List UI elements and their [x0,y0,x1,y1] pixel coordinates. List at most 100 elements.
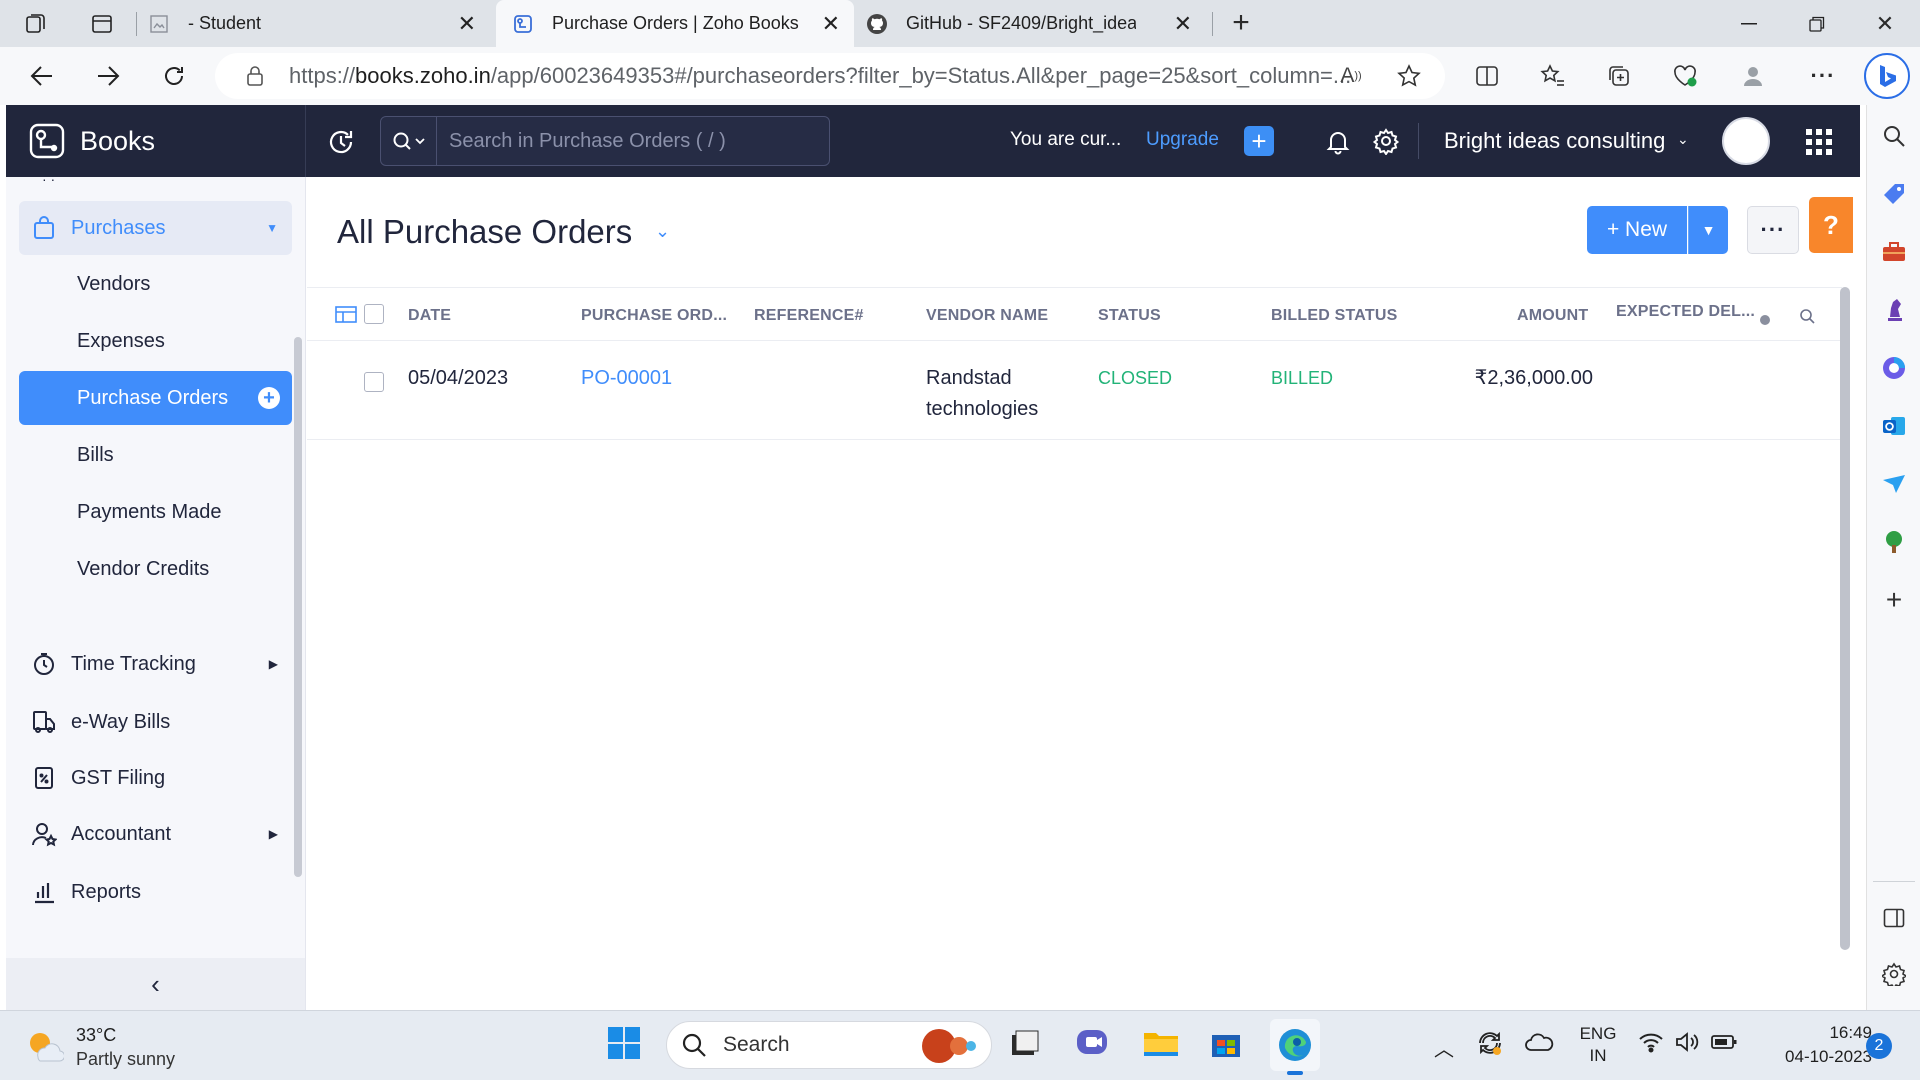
forward-arrow-icon[interactable] [92,61,124,91]
outlook-icon[interactable] [1879,411,1909,441]
brand[interactable]: Books [6,105,306,177]
microsoft-store-icon[interactable] [1208,1025,1248,1065]
organization-switcher[interactable]: Bright ideas consulting [1444,128,1665,154]
games-chess-icon[interactable] [1879,295,1909,325]
microsoft-365-icon[interactable] [1879,353,1909,383]
sidebar-item-vendor-credits[interactable]: Vendor Credits [19,542,292,596]
tab-student[interactable]: - Student ✕ [148,0,490,47]
view-dropdown-chevron-icon[interactable]: ⌄ [655,221,670,242]
tab-github[interactable]: GitHub - SF2409/Bright_ideas_co ✕ [866,0,1206,47]
back-arrow-icon[interactable] [26,61,58,91]
tab-close-icon[interactable]: ✕ [458,11,476,37]
refresh-icon[interactable] [158,61,190,91]
sidebar-settings-gear-icon[interactable] [1879,959,1909,989]
profile-icon[interactable] [1738,61,1768,91]
sidebar-item-time-tracking[interactable]: Time Tracking ▶ [19,637,292,691]
sidebar-item-payments-made[interactable]: Payments Made [19,485,292,539]
sidebar-item-e-way-bills[interactable]: e-Way Bills [19,695,292,749]
sidebar-item-bills[interactable]: Bills [19,428,292,482]
shopping-tag-icon[interactable] [1879,179,1909,209]
sidebar-item-gst-filing[interactable]: GST Filing [19,751,292,805]
search-input[interactable] [437,118,829,164]
sidebar-item-expenses[interactable]: Expenses [19,314,292,368]
caret-down-icon[interactable]: ▼ [266,221,278,235]
tab-purchase-orders[interactable]: Purchase Orders | Zoho Books ✕ [496,0,854,47]
column-header-status[interactable]: STATUS [1098,307,1161,325]
browser-essentials-icon[interactable] [1670,61,1700,91]
minimize-icon[interactable] [1734,10,1764,38]
column-header-vendor-name[interactable]: VENDOR NAME [926,307,1048,325]
caret-right-icon[interactable]: ▶ [269,827,278,841]
sync-icon[interactable] [1476,1029,1506,1059]
language-indicator[interactable]: ENG IN [1578,1023,1618,1067]
url-field[interactable]: https://books.zoho.in/app/60023649353#/p… [215,53,1445,99]
apps-grid-icon[interactable] [1806,129,1832,155]
search-box[interactable] [380,116,830,166]
chevron-down-icon[interactable]: ⌄ [1677,131,1689,148]
column-header-date[interactable]: DATE [408,307,451,325]
favorites-icon[interactable] [1538,61,1568,91]
send-drop-icon[interactable] [1879,469,1909,499]
column-resize-handle[interactable] [1760,315,1770,325]
user-avatar[interactable] [1722,117,1770,165]
column-header-reference[interactable]: REFERENCE# [754,307,864,325]
sidebar-item-accountant[interactable]: Accountant ▶ [19,807,292,861]
sidebar-item-vendors[interactable]: Vendors [19,257,292,311]
add-circle-icon[interactable]: + [258,387,280,409]
chevron-up-icon[interactable]: ︿ [1434,1033,1454,1062]
collections-icon[interactable] [1604,61,1634,91]
recent-history-icon[interactable] [324,125,358,159]
taskbar-search-box[interactable]: Search [666,1021,992,1069]
cell-po-number-link[interactable]: PO-00001 [581,363,672,394]
settings-gear-icon[interactable] [1372,127,1400,156]
caret-right-icon[interactable]: ▶ [269,657,278,671]
file-explorer-icon[interactable] [1142,1025,1182,1065]
row-checkbox[interactable] [364,372,384,392]
new-dropdown-caret-icon[interactable]: ▼ [1688,206,1728,254]
workspaces-icon[interactable] [22,10,50,38]
tab-close-icon[interactable]: ✕ [1174,11,1192,37]
lock-icon[interactable] [245,65,265,87]
search-icon[interactable] [1879,121,1909,151]
column-header-amount[interactable]: AMOUNT [1517,307,1588,325]
close-window-icon[interactable]: ✕ [1870,10,1900,38]
teams-chat-icon[interactable] [1074,1025,1114,1065]
tools-briefcase-icon[interactable] [1879,237,1909,267]
volume-icon[interactable] [1674,1031,1702,1059]
notifications-bell-icon[interactable] [1324,127,1352,155]
content-scrollbar[interactable] [1840,287,1850,950]
hide-sidebar-icon[interactable] [1879,903,1909,933]
onedrive-cloud-icon[interactable] [1524,1031,1556,1057]
read-aloud-icon[interactable]: A)) [1336,61,1366,91]
weather-widget[interactable]: 33°C Partly sunny [24,1023,204,1071]
tree-icon[interactable] [1879,527,1909,557]
help-button[interactable]: ? [1809,197,1853,253]
new-purchase-order-button[interactable]: + New [1587,206,1687,254]
tab-close-icon[interactable]: ✕ [822,11,840,37]
quick-create-button[interactable]: + [1244,126,1274,156]
sidebar-item-purchases[interactable]: Purchases ▼ [19,201,292,255]
split-screen-icon[interactable] [1472,61,1502,91]
sidebar-scrollbar[interactable] [294,337,302,877]
column-header-purchase-order[interactable]: PURCHASE ORD... [581,307,727,325]
page-title[interactable]: All Purchase Orders [337,213,632,251]
table-row[interactable]: 05/04/2023 PO-00001 Randstad technologie… [307,341,1842,440]
more-actions-button[interactable]: ··· [1747,206,1799,254]
favorite-star-icon[interactable] [1394,61,1424,91]
task-view-icon[interactable] [1006,1025,1046,1065]
wifi-icon[interactable] [1638,1031,1666,1059]
table-search-icon[interactable] [1799,308,1815,329]
add-sidebar-app-icon[interactable]: + [1879,584,1909,615]
settings-more-icon[interactable]: ··· [1808,61,1838,91]
taskbar-clock[interactable]: 16:49 04-10-2023 [1752,1021,1872,1069]
battery-icon[interactable] [1710,1033,1740,1057]
column-header-expected-delivery[interactable]: EXPECTED DEL... [1616,303,1755,321]
new-tab-plus-icon[interactable]: + [1226,6,1256,39]
sidebar-item-purchase-orders[interactable]: Purchase Orders + [19,371,292,425]
windows-start-icon[interactable] [606,1025,646,1065]
select-all-checkbox[interactable] [364,304,384,324]
notification-badge[interactable]: 2 [1866,1033,1892,1059]
restore-icon[interactable] [1802,10,1832,38]
vertical-tabs-icon[interactable] [88,10,116,38]
search-filter-icon[interactable] [381,117,437,165]
